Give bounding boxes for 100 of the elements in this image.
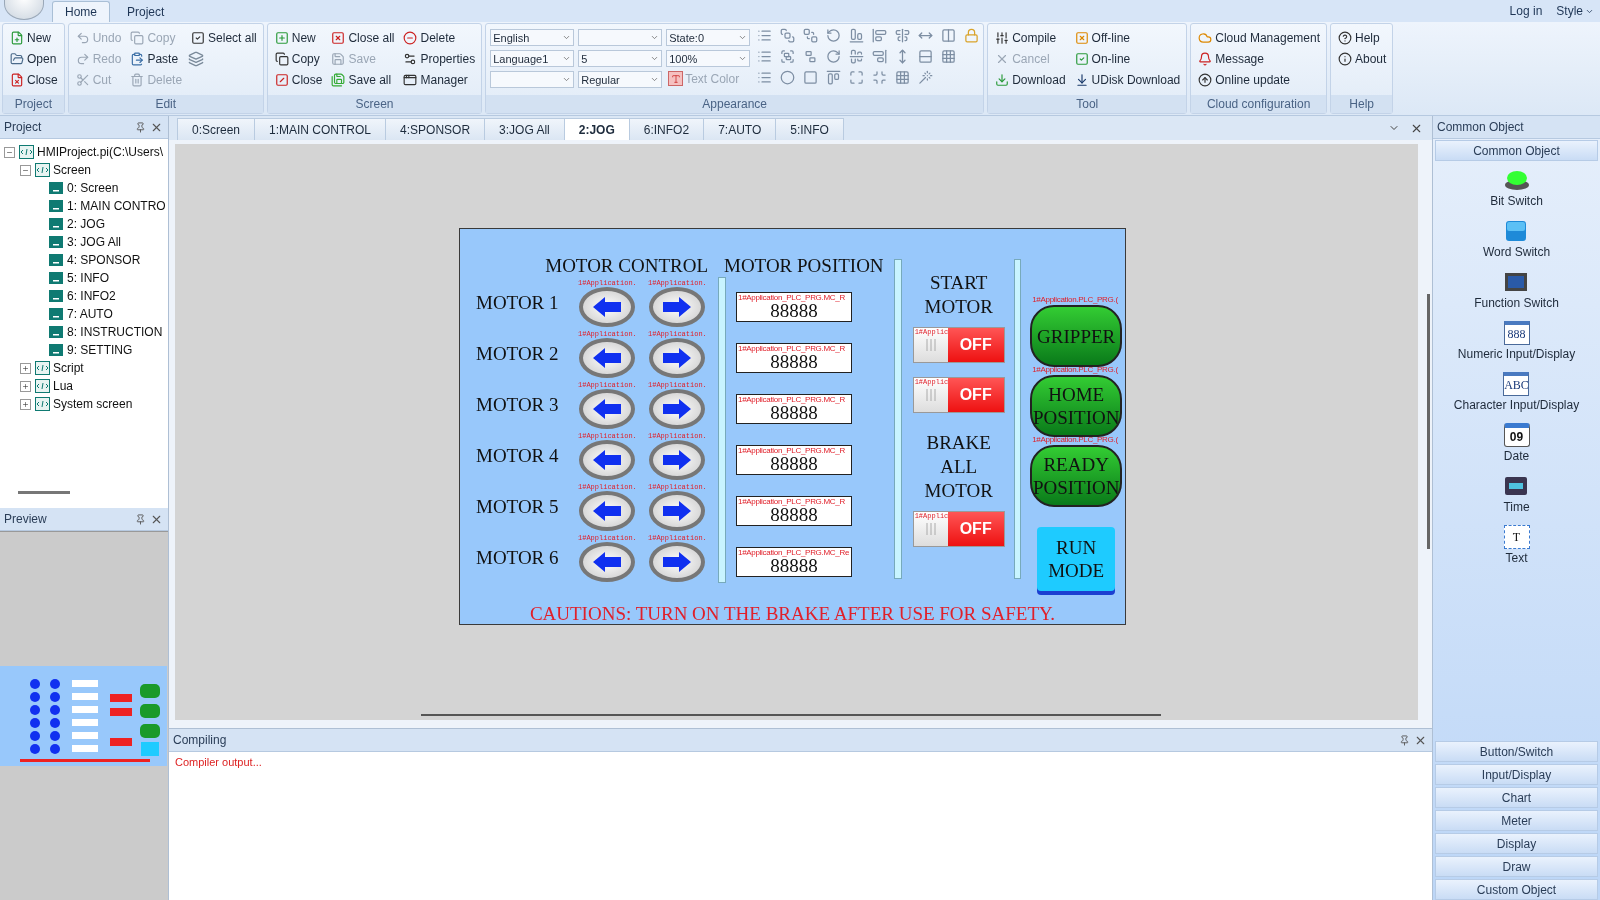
ribbon-button[interactable]: UDisk Download — [1071, 69, 1183, 90]
jog-left-button[interactable] — [579, 286, 636, 327]
section-header[interactable]: Chart — [1435, 787, 1598, 808]
login-link[interactable]: Log in — [1509, 4, 1543, 18]
ribbon-button[interactable]: Delete — [400, 27, 478, 48]
tree-item[interactable]: 2: JOG — [67, 217, 105, 231]
section-header[interactable]: Button/Switch — [1435, 741, 1598, 762]
tree-item[interactable]: Script — [53, 361, 84, 375]
ribbon-button[interactable]: Online update — [1195, 69, 1322, 90]
screen-tab[interactable]: 1:MAIN CONTROL — [254, 118, 387, 140]
object-item[interactable]: Bit Switch — [1490, 168, 1543, 219]
numeric-display[interactable]: 1#Application_PLC_PRG.MC_R 88888 — [736, 291, 852, 322]
ribbon-button[interactable]: Copy — [271, 48, 325, 69]
tree-item[interactable]: 7: AUTO — [67, 307, 113, 321]
dropdown[interactable]: State:0 — [666, 29, 751, 46]
tree-item[interactable]: 1: MAIN CONTRO — [67, 199, 166, 213]
ribbon-button[interactable]: Properties — [400, 48, 478, 69]
collapse-icon[interactable] — [20, 164, 31, 176]
ribbon-button[interactable]: Help — [1335, 27, 1389, 48]
ribbon-tab[interactable]: Project — [114, 1, 178, 22]
tree-item[interactable]: 3: JOG All — [67, 235, 122, 249]
object-item[interactable]: T Text — [1503, 525, 1530, 576]
expand-icon[interactable] — [20, 398, 31, 410]
object-item[interactable]: Function Switch — [1474, 270, 1559, 321]
dropdown[interactable]: Language1 — [490, 50, 575, 67]
dropdown[interactable]: Regular — [578, 71, 663, 88]
dropdown[interactable]: 5 — [578, 50, 663, 67]
tree-item[interactable]: 4: SPONSOR — [67, 253, 141, 267]
ribbon-button[interactable]: Download — [992, 69, 1068, 90]
jog-left-button[interactable] — [579, 541, 636, 582]
object-item[interactable]: Word Switch — [1482, 219, 1551, 270]
jog-left-button[interactable] — [579, 490, 636, 531]
screen-tab[interactable]: 2:JOG — [563, 118, 630, 140]
section-header[interactable]: Display — [1435, 833, 1598, 854]
jog-left-button[interactable] — [579, 337, 636, 378]
section-header[interactable]: Common Object — [1435, 140, 1598, 161]
jog-left-button[interactable] — [579, 388, 636, 429]
tree-item[interactable]: 5: INFO — [67, 271, 109, 285]
screen-tab[interactable]: 7:AUTO — [703, 118, 777, 140]
tree-item[interactable]: Screen — [53, 163, 92, 177]
ribbon-button[interactable]: Compile — [992, 27, 1068, 48]
dropdown[interactable]: 100% — [666, 50, 751, 67]
jog-right-button[interactable] — [649, 337, 706, 378]
screen-tab[interactable]: 0:Screen — [177, 118, 256, 140]
numeric-display[interactable]: 1#Application_PLC_PRG.MC_R 88888 — [736, 444, 852, 475]
ribbon-button[interactable]: Paste — [127, 48, 185, 69]
object-item[interactable]: 888 Numeric Input/Display — [1457, 321, 1576, 372]
ribbon-button[interactable]: Close all — [328, 27, 397, 48]
numeric-display[interactable]: 1#Application_PLC_PRG.MC_R 88888 — [736, 393, 852, 424]
object-item[interactable]: 09 Date — [1503, 423, 1530, 474]
tree-item[interactable]: 6: INFO2 — [67, 289, 116, 303]
dropdown[interactable]: English — [490, 29, 575, 46]
numeric-display[interactable]: 1#Application_PLC_PRG.MC_Re 88888 — [736, 546, 852, 577]
expand-icon[interactable] — [20, 362, 31, 374]
tree-item[interactable]: 9: SETTING — [67, 343, 133, 357]
section-header[interactable]: Custom Object — [1435, 879, 1598, 900]
screen-tab[interactable]: 4:SPONSOR — [385, 118, 486, 140]
object-item[interactable]: Time — [1503, 474, 1530, 525]
tree-item[interactable]: 8: INSTRUCTION — [67, 325, 163, 339]
object-item[interactable]: ABC Character Input/Display — [1453, 372, 1580, 423]
jog-right-button[interactable] — [649, 490, 706, 531]
jog-right-button[interactable] — [649, 541, 706, 582]
scrollbar[interactable] — [421, 714, 1161, 716]
ribbon-button[interactable]: New — [7, 27, 60, 48]
tree-item[interactable]: System screen — [53, 397, 133, 411]
jog-right-button[interactable] — [649, 286, 706, 327]
ribbon-button[interactable]: Close — [271, 69, 325, 90]
ribbon-button[interactable]: Cloud Management — [1195, 27, 1322, 48]
ribbon-button[interactable]: Close — [7, 69, 60, 90]
tree-item[interactable]: Lua — [53, 379, 74, 393]
ribbon-button[interactable]: On-line — [1071, 48, 1183, 69]
tree-item[interactable]: HMIProject.pi(C:\Users\ — [37, 145, 164, 159]
ribbon-button[interactable]: Save all — [328, 69, 397, 90]
screen-tab[interactable]: 6:INFO2 — [628, 118, 705, 140]
scrollbar[interactable] — [18, 491, 70, 494]
style-menu[interactable]: Style — [1556, 4, 1594, 18]
expand-icon[interactable] — [20, 380, 31, 392]
section-header[interactable]: Draw — [1435, 856, 1598, 877]
ribbon-button[interactable]: Select all — [188, 27, 259, 48]
jog-left-button[interactable] — [579, 439, 636, 480]
ribbon-button[interactable]: Open — [7, 48, 60, 69]
scrollbar[interactable] — [1427, 294, 1430, 549]
numeric-display[interactable]: 1#Application_PLC_PRG.MC_R 88888 — [736, 495, 852, 526]
round-button[interactable]: HOME POSITION — [1030, 375, 1123, 437]
ribbon-button[interactable]: Manager — [400, 69, 478, 90]
section-header[interactable]: Meter — [1435, 810, 1598, 831]
jog-right-button[interactable] — [649, 388, 706, 429]
jog-right-button[interactable] — [649, 439, 706, 480]
ribbon-button[interactable]: Off-line — [1071, 27, 1183, 48]
screen-tab[interactable]: 5:INFO — [775, 118, 844, 140]
round-button[interactable]: READY POSITION — [1030, 445, 1123, 507]
collapse-icon[interactable] — [4, 146, 15, 158]
ribbon-button[interactable]: About — [1335, 48, 1389, 69]
round-button[interactable]: GRIPPER — [1030, 305, 1123, 367]
ribbon-button[interactable]: New — [271, 27, 325, 48]
tree-item[interactable]: 0: Screen — [67, 181, 119, 195]
section-header[interactable]: Input/Display — [1435, 764, 1598, 785]
ribbon-tab[interactable]: Home — [52, 1, 110, 22]
ribbon-button[interactable]: Message — [1195, 48, 1322, 69]
numeric-display[interactable]: 1#Application_PLC_PRG.MC_R 88888 — [736, 342, 852, 373]
